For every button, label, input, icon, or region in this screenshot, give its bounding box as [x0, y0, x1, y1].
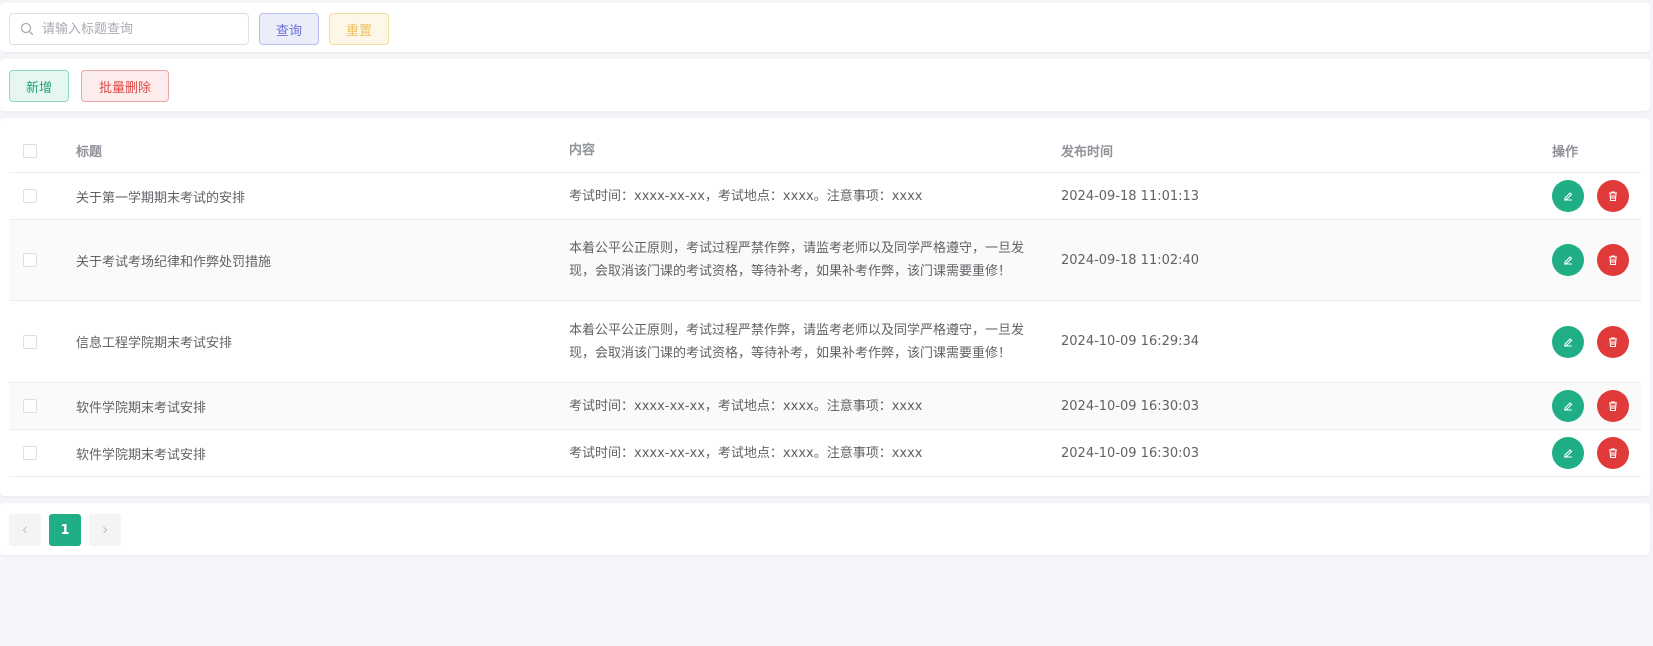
- table-row: 软件学院期末考试安排 考试时间：xxxx-xx-xx，考试地点：xxxx。注意事…: [9, 383, 1641, 430]
- edit-button[interactable]: [1552, 244, 1584, 276]
- chevron-right-icon: [103, 526, 108, 534]
- trash-icon: [1609, 336, 1617, 347]
- trash-icon: [1609, 448, 1617, 459]
- row-content: 考试时间：xxxx-xx-xx，考试地点：xxxx。注意事项：xxxx: [569, 188, 923, 204]
- trash-icon: [1609, 255, 1617, 266]
- row-checkbox-wrap: [23, 334, 37, 349]
- trash-icon: [1609, 191, 1617, 202]
- column-header-title: 标题: [76, 145, 103, 160]
- table-row: 信息工程学院期末考试安排 本着公平公正原则，考试过程严禁作弊，请监考老师以及同学…: [9, 301, 1641, 383]
- prev-page-button[interactable]: [9, 514, 41, 546]
- row-content: 考试时间：xxxx-xx-xx，考试地点：xxxx。注意事项：xxxx: [569, 445, 923, 461]
- row-title: 软件学院期末考试安排: [76, 447, 207, 463]
- row-checkbox-wrap: [23, 253, 37, 267]
- edit-button[interactable]: [1552, 390, 1584, 422]
- row-actions: [1552, 180, 1629, 212]
- row-actions: [1552, 325, 1629, 358]
- edit-button[interactable]: [1552, 180, 1584, 212]
- row-checkbox-wrap: [23, 399, 37, 413]
- edit-button[interactable]: [1552, 325, 1584, 358]
- action-panel: 新增 批量删除: [0, 59, 1650, 111]
- row-title: 关于考试考场纪律和作弊处罚措施: [76, 254, 272, 270]
- edit-icon: [1564, 449, 1573, 458]
- pagination: 1: [9, 514, 121, 546]
- delete-button[interactable]: [1597, 180, 1629, 212]
- search-icon: [20, 22, 34, 36]
- row-content: 考试时间：xxxx-xx-xx，考试地点：xxxx。注意事项：xxxx: [569, 398, 923, 414]
- row-actions: [1552, 437, 1629, 469]
- row-time: 2024-10-09 16:29:34: [1061, 334, 1200, 349]
- select-all-checkbox[interactable]: [23, 143, 37, 158]
- row-checkbox-wrap: [23, 446, 37, 460]
- column-header-content: 内容: [569, 143, 596, 158]
- query-button[interactable]: 查询: [259, 13, 319, 45]
- add-button[interactable]: 新增: [9, 70, 69, 102]
- next-page-button[interactable]: [89, 514, 121, 546]
- search-box[interactable]: [9, 13, 249, 45]
- row-checkbox[interactable]: [23, 189, 37, 203]
- edit-icon: [1564, 192, 1573, 201]
- table-row: 关于考试考场纪律和作弊处罚措施 本着公平公正原则，考试过程严禁作弊，请监考老师以…: [9, 220, 1641, 301]
- select-all-checkbox-wrap: [23, 143, 37, 158]
- row-content: 本着公平公正原则，考试过程严禁作弊，请监考老师以及同学严格遵守，一旦发现，会取消…: [569, 322, 1025, 361]
- pagination-panel: 1: [0, 503, 1650, 555]
- table-row: 软件学院期末考试安排 考试时间：xxxx-xx-xx，考试地点：xxxx。注意事…: [9, 430, 1641, 477]
- row-checkbox[interactable]: [23, 334, 37, 349]
- search-panel: 查询 重置: [0, 3, 1650, 52]
- edit-icon: [1564, 256, 1573, 265]
- table-panel: 标题 内容 发布时间 操作 关于第一学期期末考试的安排 考试时间：xxxx-xx…: [0, 118, 1650, 496]
- column-header-time: 发布时间: [1061, 145, 1114, 160]
- notice-table: 标题 内容 发布时间 操作 关于第一学期期末考试的安排 考试时间：xxxx-xx…: [9, 129, 1641, 477]
- edit-button[interactable]: [1552, 437, 1584, 469]
- edit-icon: [1564, 402, 1573, 411]
- chevron-left-icon: [22, 526, 27, 534]
- trash-icon: [1609, 401, 1617, 412]
- row-checkbox-wrap: [23, 189, 37, 203]
- row-time: 2024-09-18 11:01:13: [1061, 188, 1200, 204]
- delete-button[interactable]: [1597, 390, 1629, 422]
- row-actions: [1552, 244, 1629, 276]
- row-checkbox[interactable]: [23, 253, 37, 267]
- delete-button[interactable]: [1597, 325, 1629, 358]
- delete-button[interactable]: [1597, 244, 1629, 276]
- row-time: 2024-09-18 11:02:40: [1061, 252, 1200, 268]
- edit-icon: [1564, 337, 1573, 347]
- table-header: 标题 内容 发布时间 操作: [9, 129, 1641, 173]
- row-time: 2024-10-09 16:30:03: [1061, 398, 1200, 414]
- row-actions: [1552, 390, 1629, 422]
- search-input[interactable]: [42, 15, 242, 43]
- row-content: 本着公平公正原则，考试过程严禁作弊，请监考老师以及同学严格遵守，一旦发现，会取消…: [569, 241, 1025, 279]
- table-row: 关于第一学期期末考试的安排 考试时间：xxxx-xx-xx，考试地点：xxxx。…: [9, 173, 1641, 220]
- page-button[interactable]: 1: [49, 514, 81, 546]
- batch-delete-button[interactable]: 批量删除: [81, 70, 169, 102]
- reset-button[interactable]: 重置: [329, 13, 389, 45]
- row-checkbox[interactable]: [23, 446, 37, 460]
- row-title: 软件学院期末考试安排: [76, 400, 207, 416]
- row-title: 信息工程学院期末考试安排: [76, 336, 233, 351]
- row-checkbox[interactable]: [23, 399, 37, 413]
- row-time: 2024-10-09 16:30:03: [1061, 445, 1200, 461]
- column-header-actions: 操作: [1552, 145, 1579, 160]
- row-title: 关于第一学期期末考试的安排: [76, 190, 246, 206]
- delete-button[interactable]: [1597, 437, 1629, 469]
